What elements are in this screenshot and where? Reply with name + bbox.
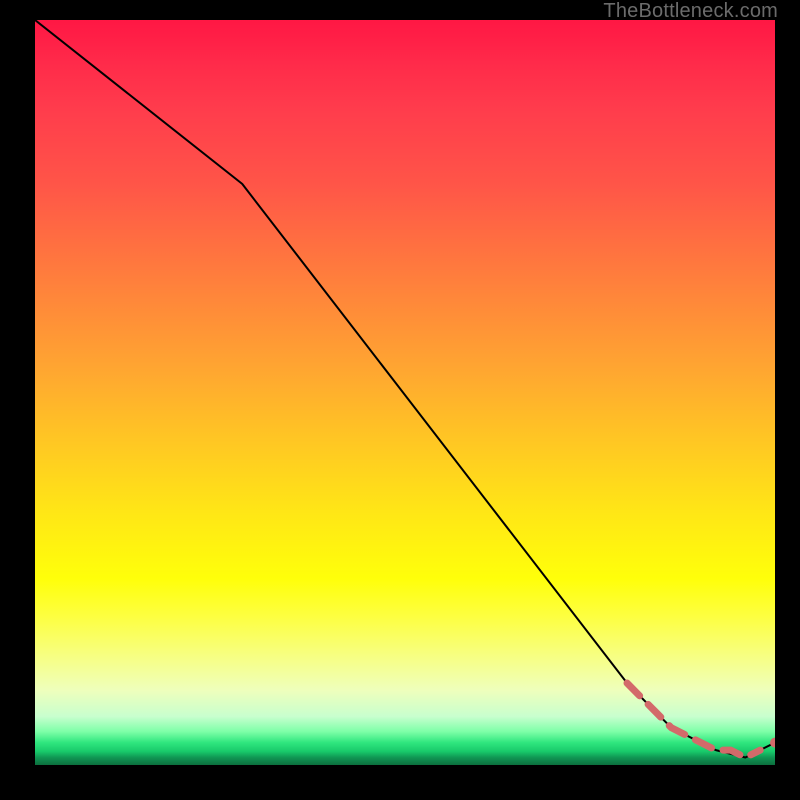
bottleneck-curve	[35, 20, 775, 758]
chart-container: { "watermark": "TheBottleneck.com", "col…	[0, 0, 800, 800]
endpoint-marker	[770, 738, 775, 748]
plot-area	[35, 20, 775, 765]
chart-overlay	[35, 20, 775, 765]
endpoint-dot	[770, 738, 775, 748]
optimal-region-dashed	[627, 683, 760, 758]
